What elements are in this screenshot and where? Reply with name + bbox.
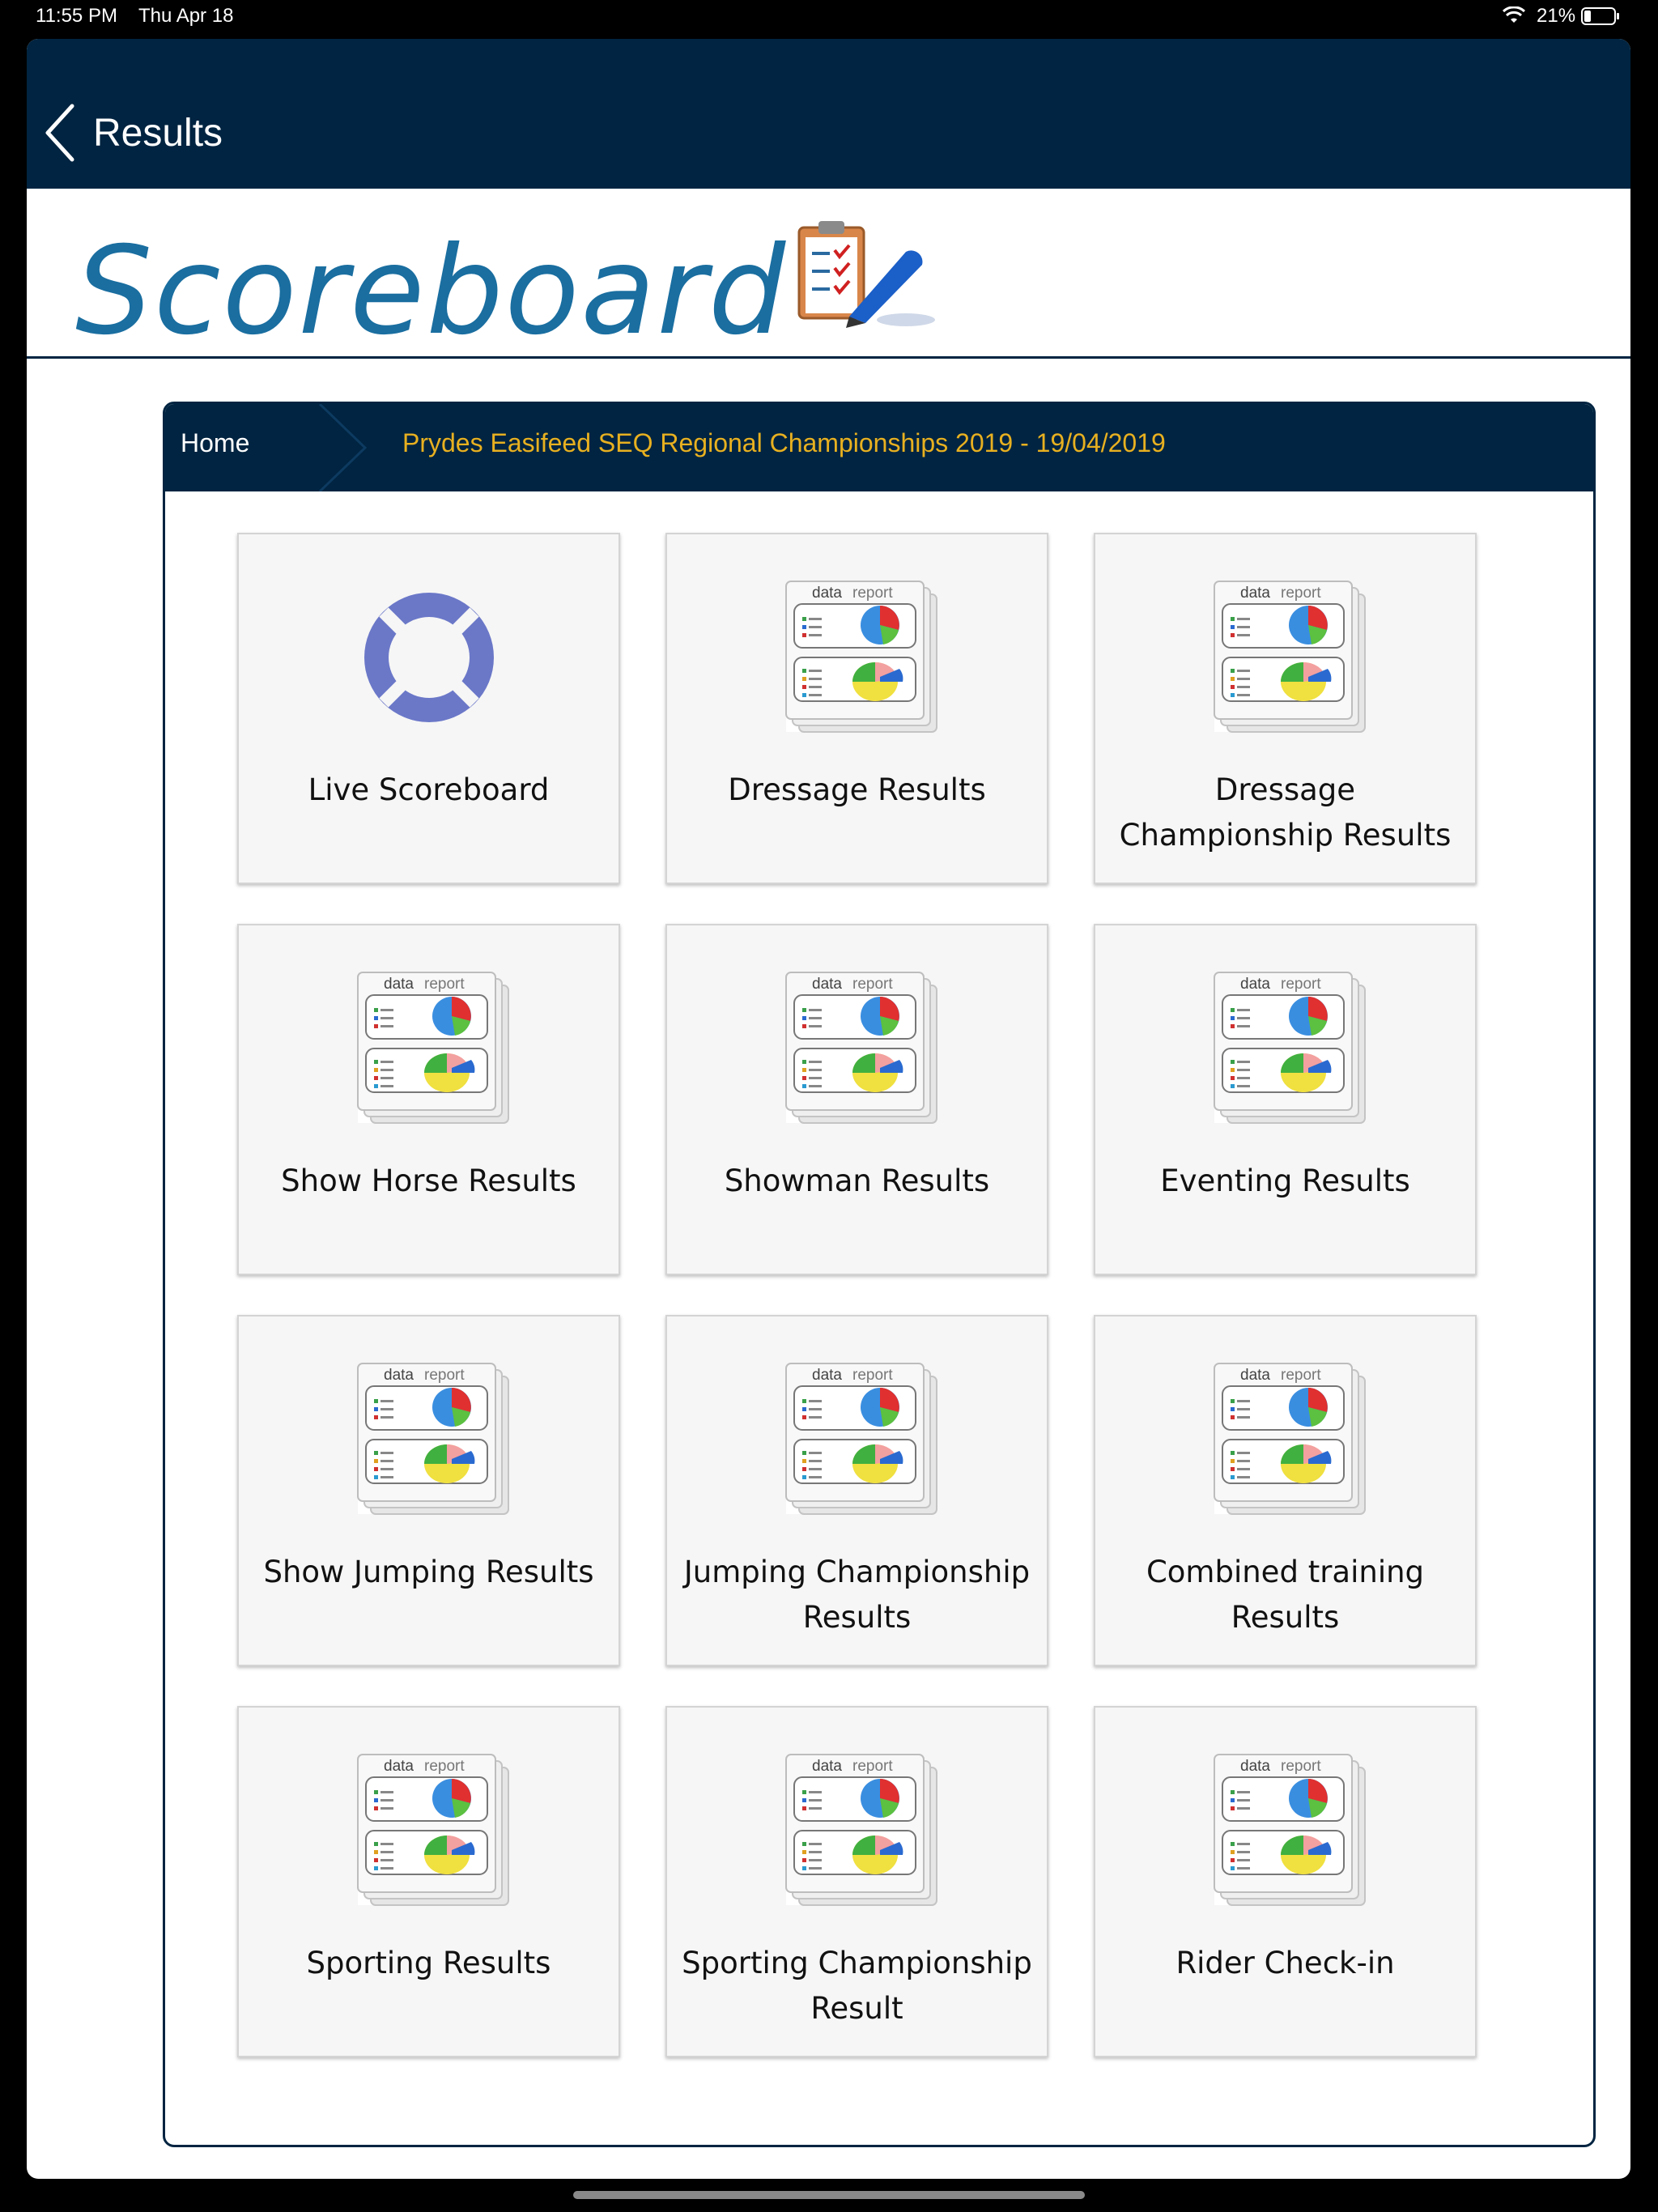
data-report-icon: data report: [357, 1754, 509, 1906]
svg-text:report: report: [852, 585, 893, 602]
svg-text:report: report: [1281, 1758, 1321, 1775]
data-report-icon: data report: [1214, 1363, 1366, 1515]
battery-percentage: 21%: [1537, 5, 1576, 27]
status-date: Thu Apr 18: [138, 5, 234, 27]
data-report-icon: data report: [357, 1363, 509, 1515]
breadcrumb: Home Prydes Easifeed SEQ Regional Champi…: [165, 404, 1593, 491]
status-bar: 11:55 PM Thu Apr 18 21%: [0, 0, 1658, 36]
svg-text:data: data: [812, 1367, 842, 1384]
results-panel: Home Prydes Easifeed SEQ Regional Champi…: [163, 402, 1596, 2147]
data-report-icon: data report: [785, 972, 937, 1124]
breadcrumb-event: Prydes Easifeed SEQ Regional Championshi…: [402, 428, 1166, 457]
tile-dressage-championship-results[interactable]: data report Dressage Championship Results: [1094, 533, 1477, 884]
svg-text:report: report: [424, 1367, 465, 1384]
tile-sporting-championship-result[interactable]: data report Sporting Championship Result: [665, 1706, 1048, 2057]
data-report-icon: data report: [785, 1754, 937, 1906]
breadcrumb-home-link[interactable]: Home: [181, 428, 249, 458]
tile-showman-results[interactable]: data report Showman Results: [665, 924, 1048, 1275]
svg-text:report: report: [1281, 1367, 1321, 1384]
svg-text:report: report: [424, 976, 465, 993]
data-report-icon: data report: [785, 581, 937, 733]
home-indicator[interactable]: [573, 2191, 1085, 2199]
tile-label: Dressage Championship Results: [1119, 772, 1452, 853]
tile-eventing-results[interactable]: data report Eventing Results: [1094, 924, 1477, 1275]
tile-label: Eventing Results: [1160, 1163, 1410, 1198]
chevron-left-icon: [45, 104, 74, 162]
svg-text:data: data: [1240, 1758, 1270, 1775]
back-button-label: Results: [93, 111, 223, 155]
tile-dressage-results[interactable]: data report Dressage Results: [665, 533, 1048, 884]
svg-text:data: data: [384, 1758, 414, 1775]
tile-label: Combined training Results: [1146, 1555, 1425, 1635]
tile-label: Sporting Results: [306, 1946, 551, 1980]
status-time: 11:55 PM: [36, 5, 117, 27]
svg-text:report: report: [852, 976, 893, 993]
app-window: Results Scoreboard Home Prydes Easifeed …: [27, 39, 1630, 2179]
svg-text:data: data: [1240, 976, 1270, 993]
brand-header: Scoreboard: [27, 189, 1630, 359]
tile-rider-check-in[interactable]: data report Rider Check-in: [1094, 1706, 1477, 2057]
tile-jumping-championship-results[interactable]: data report Jumping Championship Results: [665, 1315, 1048, 1666]
data-report-icon: data report: [1214, 1754, 1366, 1906]
svg-text:data: data: [812, 1758, 842, 1775]
svg-text:data: data: [1240, 1367, 1270, 1384]
tile-label: Show Jumping Results: [263, 1555, 594, 1589]
back-button[interactable]: Results: [43, 100, 223, 165]
svg-text:report: report: [852, 1367, 893, 1384]
brand-logo-text: Scoreboard: [75, 221, 788, 362]
tile-label: Show Horse Results: [281, 1163, 576, 1198]
svg-text:report: report: [852, 1758, 893, 1775]
svg-text:data: data: [812, 585, 842, 602]
nav-bar: Results: [27, 39, 1630, 189]
svg-text:data: data: [384, 976, 414, 993]
tile-show-jumping-results[interactable]: data report Show Jumping Results: [237, 1315, 620, 1666]
breadcrumb-separator-icon: [318, 404, 368, 491]
tile-label: Live Scoreboard: [308, 772, 550, 807]
tile-label: Sporting Championship Result: [682, 1946, 1032, 2026]
tile-label: Jumping Championship Results: [683, 1555, 1031, 1635]
data-report-icon: data report: [357, 972, 509, 1124]
tile-combined-training-results[interactable]: data report Combined training Results: [1094, 1315, 1477, 1666]
svg-text:data: data: [384, 1367, 414, 1384]
svg-text:report: report: [1281, 976, 1321, 993]
data-report-icon: data report: [785, 1363, 937, 1515]
battery-icon: [1581, 7, 1619, 25]
tile-label: Rider Check-in: [1175, 1946, 1395, 1980]
svg-text:data: data: [1240, 585, 1270, 602]
tile-show-horse-results[interactable]: data report Show Horse Results: [237, 924, 620, 1275]
lifebuoy-icon: [364, 593, 494, 722]
data-report-icon: data report: [1214, 581, 1366, 733]
data-report-icon: data report: [1214, 972, 1366, 1124]
tile-label: Dressage Results: [728, 772, 986, 807]
svg-text:report: report: [1281, 585, 1321, 602]
tile-label: Showman Results: [724, 1163, 990, 1198]
wifi-icon: [1502, 6, 1526, 23]
svg-text:report: report: [424, 1758, 465, 1775]
clipboard-pen-icon: [797, 221, 935, 328]
svg-text:data: data: [812, 976, 842, 993]
tile-live-scoreboard[interactable]: Live Scoreboard: [237, 533, 620, 884]
tile-sporting-results[interactable]: data report Sporting Results: [237, 1706, 620, 2057]
